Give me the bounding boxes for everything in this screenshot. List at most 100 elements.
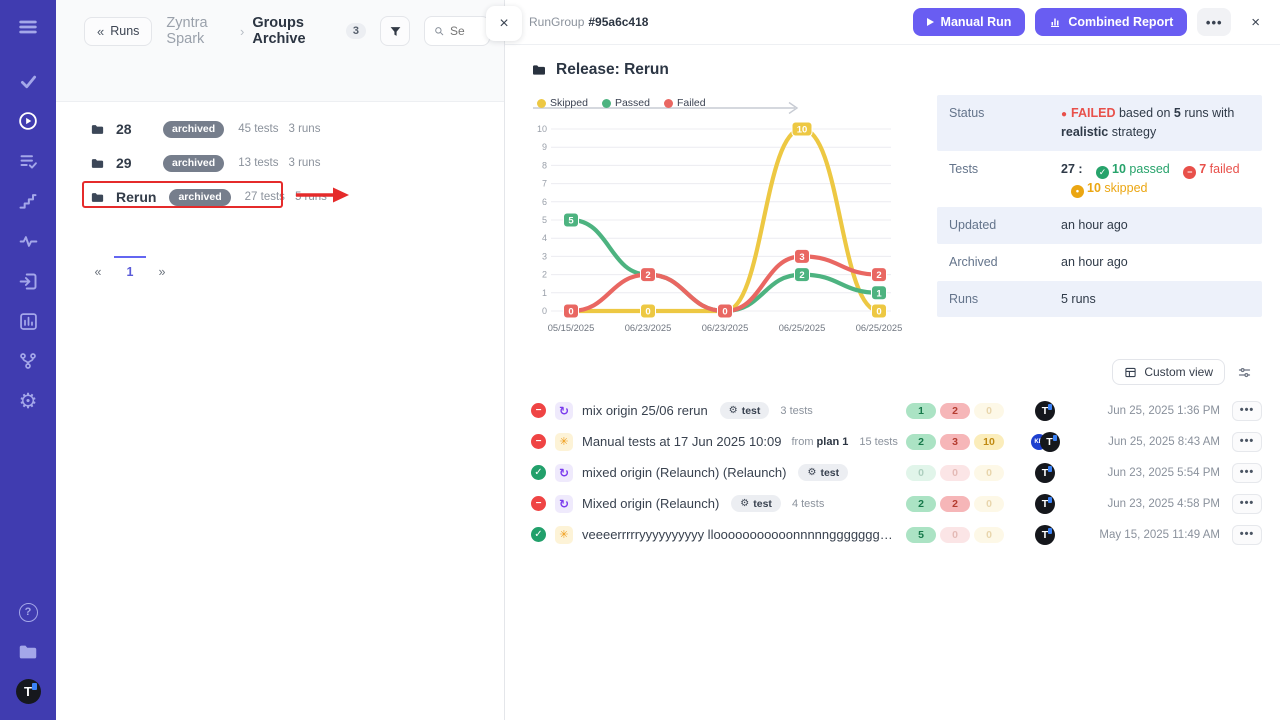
projects-folder-icon[interactable] xyxy=(15,639,41,665)
run-from-plan: from plan 1 xyxy=(791,436,848,448)
failed-dot-icon xyxy=(664,99,673,108)
run-row[interactable]: veeeerrrrryyyyyyyyyy llooooooooooonnnnng… xyxy=(531,519,1262,550)
detail-close-button[interactable]: × xyxy=(1247,10,1264,35)
passed-badge: 2 xyxy=(906,434,936,450)
results-check-icon[interactable] xyxy=(15,68,41,94)
test-plans-icon[interactable] xyxy=(15,148,41,174)
svg-text:06/23/2025: 06/23/2025 xyxy=(625,323,672,333)
bar-chart-icon xyxy=(1049,16,1061,28)
run-avatars: KE T xyxy=(1008,432,1082,452)
pagination-next[interactable]: » xyxy=(146,256,178,279)
avatar[interactable]: T xyxy=(1035,525,1055,545)
pagination-prev[interactable]: « xyxy=(82,256,114,279)
group-row-rerun[interactable]: Rerun archived 27 tests 5 runs xyxy=(90,180,504,214)
breadcrumb-project[interactable]: Zyntra Spark xyxy=(166,15,232,47)
group-row[interactable]: 28 archived 45 tests 3 runs xyxy=(90,112,504,146)
passed-dot-icon xyxy=(602,99,611,108)
svg-text:0: 0 xyxy=(722,307,727,318)
run-more-button[interactable]: ••• xyxy=(1232,463,1262,483)
skipped-badge: 10 xyxy=(974,434,1004,450)
hamburger-menu-icon[interactable] xyxy=(15,14,41,40)
group-runs-count: 5 runs xyxy=(295,191,327,203)
svg-text:2: 2 xyxy=(799,270,804,281)
test-tag-pill: test xyxy=(720,402,770,419)
back-to-runs-button[interactable]: « Runs xyxy=(84,17,152,46)
meta-row-tests: Tests 27 : ✓10 passed −7 failed •10 skip… xyxy=(937,151,1262,208)
svg-text:0: 0 xyxy=(645,307,650,318)
combined-report-button[interactable]: Combined Report xyxy=(1035,8,1187,36)
filter-button[interactable] xyxy=(380,16,410,46)
run-row[interactable]: Mixed origin (Relaunch) test 4 tests 2 2… xyxy=(531,488,1262,519)
test-tag-pill: test xyxy=(798,464,848,481)
search-input[interactable] xyxy=(450,24,480,38)
run-more-button[interactable]: ••• xyxy=(1232,401,1262,421)
manual-type-icon xyxy=(555,526,573,544)
avatar[interactable]: T xyxy=(1035,401,1055,421)
rerun-type-icon xyxy=(555,402,573,420)
pulse-icon[interactable] xyxy=(15,228,41,254)
legend-failed: Failed xyxy=(664,97,706,109)
table-icon xyxy=(1124,366,1137,379)
failed-minus-icon: − xyxy=(1183,166,1196,179)
runs-play-icon[interactable] xyxy=(15,108,41,134)
run-row[interactable]: Manual tests at 17 Jun 2025 10:09 from p… xyxy=(531,426,1262,457)
custom-view-button[interactable]: Custom view xyxy=(1112,359,1225,385)
avatar[interactable]: T xyxy=(1035,494,1055,514)
avatar[interactable]: T xyxy=(1040,432,1060,452)
run-result-badges: 2 2 0 xyxy=(906,496,1008,512)
avatar[interactable]: T xyxy=(1035,463,1055,483)
skipped-badge: 0 xyxy=(974,403,1004,419)
settings-gear-icon[interactable]: ⚙ xyxy=(15,388,41,414)
runs-trend-chart: Skipped Passed Failed 01234567891005/15/… xyxy=(531,93,923,343)
header-more-button[interactable]: ••• xyxy=(1197,8,1231,36)
svg-text:9: 9 xyxy=(542,142,547,152)
run-row[interactable]: mix origin 25/06 rerun test 3 tests 1 2 … xyxy=(531,395,1262,426)
group-runs-count: 3 runs xyxy=(288,157,320,169)
svg-text:0: 0 xyxy=(542,306,547,316)
passed-badge: 2 xyxy=(906,496,936,512)
svg-text:06/23/2025: 06/23/2025 xyxy=(702,323,749,333)
run-avatars: T xyxy=(1008,463,1082,483)
status-dot-icon: ● xyxy=(1061,109,1067,120)
stairs-icon[interactable] xyxy=(15,188,41,214)
run-more-button[interactable]: ••• xyxy=(1232,494,1262,514)
help-icon[interactable]: ? xyxy=(15,599,41,625)
release-folder-icon xyxy=(531,62,547,78)
import-icon[interactable] xyxy=(15,268,41,294)
pagination-page-1[interactable]: 1 xyxy=(114,256,146,279)
failed-badge: 3 xyxy=(940,434,970,450)
passed-status-icon xyxy=(531,527,546,542)
folder-icon xyxy=(90,190,105,205)
rerun-type-icon xyxy=(555,495,573,513)
run-tests-count: 4 tests xyxy=(792,498,824,510)
failed-badge: 0 xyxy=(940,527,970,543)
reports-chart-icon[interactable] xyxy=(15,308,41,334)
run-title: Mixed origin (Relaunch) xyxy=(582,496,719,511)
group-tests-count: 13 tests xyxy=(238,157,278,169)
user-avatar[interactable]: T xyxy=(16,679,41,704)
run-row[interactable]: mixed origin (Relaunch) (Relaunch) test … xyxy=(531,457,1262,488)
branches-icon[interactable] xyxy=(15,348,41,374)
run-date: Jun 25, 2025 8:43 AM xyxy=(1082,436,1220,448)
run-more-button[interactable]: ••• xyxy=(1232,432,1262,452)
run-result-badges: 0 0 0 xyxy=(906,465,1008,481)
group-tests-count: 45 tests xyxy=(238,123,278,135)
svg-text:0: 0 xyxy=(876,307,881,318)
legend-passed: Passed xyxy=(602,97,650,109)
run-more-button[interactable]: ••• xyxy=(1232,525,1262,545)
drawer-close-button[interactable]: × xyxy=(486,6,522,41)
meta-row-updated: Updated an hour ago xyxy=(937,207,1262,244)
rungroup-label: RunGroup#95a6c418 xyxy=(529,15,648,29)
svg-text:7: 7 xyxy=(542,179,547,189)
run-title: Manual tests at 17 Jun 2025 10:09 xyxy=(582,434,781,449)
breadcrumb-current: Groups Archive xyxy=(252,15,338,47)
release-title: Release: Rerun xyxy=(531,61,1262,79)
run-title: mix origin 25/06 rerun xyxy=(582,403,708,418)
app-root: ⚙ ? T « Runs Zyntra Spark › Groups Archi… xyxy=(0,0,1280,720)
group-row[interactable]: 29 archived 13 tests 3 runs xyxy=(90,146,504,180)
svg-text:2: 2 xyxy=(645,270,650,281)
manual-run-button[interactable]: Manual Run xyxy=(913,8,1026,36)
folder-icon xyxy=(90,156,105,171)
filter-sliders-icon[interactable] xyxy=(1237,365,1252,380)
rungroup-id: #95a6c418 xyxy=(588,15,648,29)
